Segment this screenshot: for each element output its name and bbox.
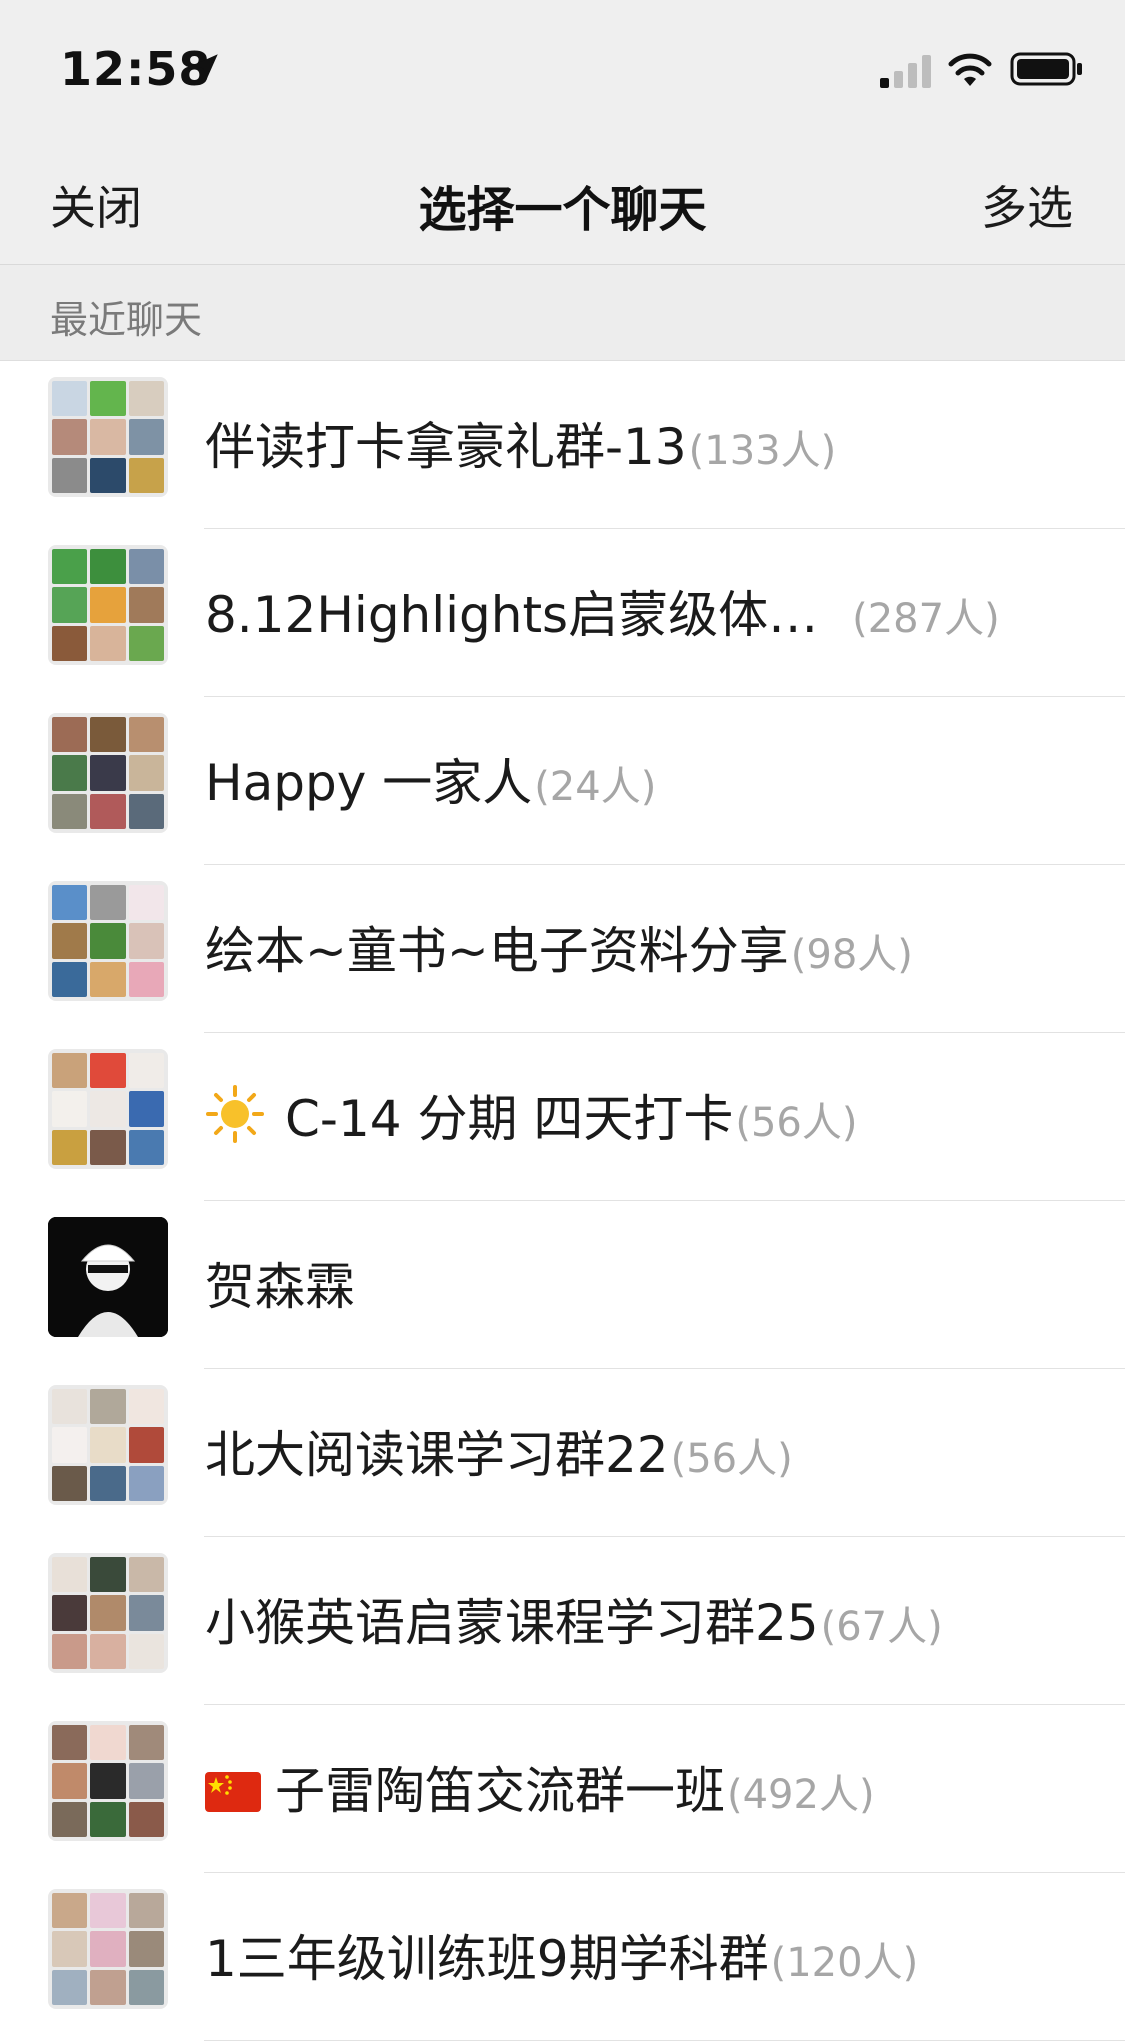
chat-name: 北大阅读课学习群22 [205, 1426, 669, 1484]
signal-icon [880, 55, 931, 88]
chat-row[interactable]: 北大阅读课学习群22(56人) [0, 1369, 1125, 1537]
chat-row[interactable]: C-14 分期 四天打卡(56人) [0, 1033, 1125, 1201]
chat-row[interactable]: 伴读打卡拿豪礼群-13(133人) [0, 361, 1125, 529]
chat-title: 小猴英语启蒙课程学习群25(67人) [205, 1583, 943, 1655]
wifi-icon [948, 53, 992, 86]
group-avatar [48, 1049, 168, 1169]
chat-row[interactable]: 绘本~童书~电子资料分享(98人) [0, 865, 1125, 1033]
chat-name: C-14 分期 四天打卡 [285, 1090, 734, 1148]
portrait-image [48, 1217, 168, 1337]
group-avatar [48, 713, 168, 833]
chat-row[interactable]: 小猴英语启蒙课程学习群25(67人) [0, 1537, 1125, 1705]
chat-list: 伴读打卡拿豪礼群-13(133人) 8.12Highlights启蒙级体… (28… [0, 361, 1125, 2041]
chat-title: 北大阅读课学习群22(56人) [205, 1415, 793, 1487]
chat-title: 子雷陶笛交流群一班(492人) [205, 1751, 875, 1823]
china-flag-icon [205, 1772, 261, 1812]
chat-row[interactable]: Happy 一家人(24人) [0, 697, 1125, 865]
section-label: 最近聊天 [50, 298, 203, 342]
member-count: (67人) [820, 1604, 943, 1650]
top-bar: 12:58 关闭 选择一个聊天 多选 [0, 0, 1125, 265]
group-avatar [48, 1721, 168, 1841]
chat-row[interactable]: 1三年级训练班9期学科群(120人) [0, 1873, 1125, 2041]
member-count: (492人) [727, 1772, 875, 1818]
chat-name: 伴读打卡拿豪礼群-13 [205, 418, 687, 476]
chat-title: 绘本~童书~电子资料分享(98人) [205, 911, 913, 983]
member-count: (24人) [534, 764, 657, 810]
group-avatar [48, 1385, 168, 1505]
navigation-bar: 关闭 选择一个聊天 多选 [0, 140, 1125, 265]
location-arrow-icon [192, 54, 218, 80]
chat-name: 小猴英语启蒙课程学习群25 [205, 1594, 819, 1652]
group-avatar [48, 1553, 168, 1673]
chat-name: Happy 一家人 [205, 754, 533, 812]
chat-row[interactable]: 子雷陶笛交流群一班(492人) [0, 1705, 1125, 1873]
contact-avatar [48, 1217, 168, 1337]
sun-icon [206, 1085, 264, 1143]
chat-title: 伴读打卡拿豪礼群-13(133人) [205, 407, 836, 479]
chat-name: 绘本~童书~电子资料分享 [205, 922, 789, 980]
member-count: (98人) [790, 932, 913, 978]
chat-title: 8.12Highlights启蒙级体… (287人) [205, 575, 1000, 647]
battery-icon [1010, 52, 1082, 86]
chat-name: 1三年级训练班9期学科群 [205, 1930, 769, 1988]
group-avatar [48, 377, 168, 497]
member-count: (56人) [670, 1436, 793, 1482]
section-header-recent: 最近聊天 [0, 265, 1125, 361]
group-avatar [48, 1889, 168, 2009]
status-bar: 12:58 [0, 0, 1125, 140]
chat-name: 贺森霖 [205, 1258, 355, 1316]
chat-title: 1三年级训练班9期学科群(120人) [205, 1919, 918, 1991]
chat-row[interactable]: 贺森霖 [0, 1201, 1125, 1369]
member-count: (133人) [688, 428, 837, 474]
group-avatar [48, 881, 168, 1001]
chat-row[interactable]: 8.12Highlights启蒙级体… (287人) [0, 529, 1125, 697]
chat-name: 子雷陶笛交流群一班 [275, 1762, 725, 1820]
chat-name: 8.12Highlights启蒙级体… [205, 586, 819, 644]
member-count: (120人) [770, 1940, 919, 1986]
member-count: (287人) [852, 596, 1000, 642]
group-avatar [48, 545, 168, 665]
page-title: 选择一个聊天 [418, 182, 707, 238]
chat-title: Happy 一家人(24人) [205, 743, 656, 815]
chat-title: C-14 分期 四天打卡(56人) [205, 1079, 857, 1151]
member-count: (56人) [735, 1100, 858, 1146]
multi-select-button[interactable]: 多选 [981, 172, 1073, 238]
chat-title: 贺森霖 [205, 1247, 357, 1319]
